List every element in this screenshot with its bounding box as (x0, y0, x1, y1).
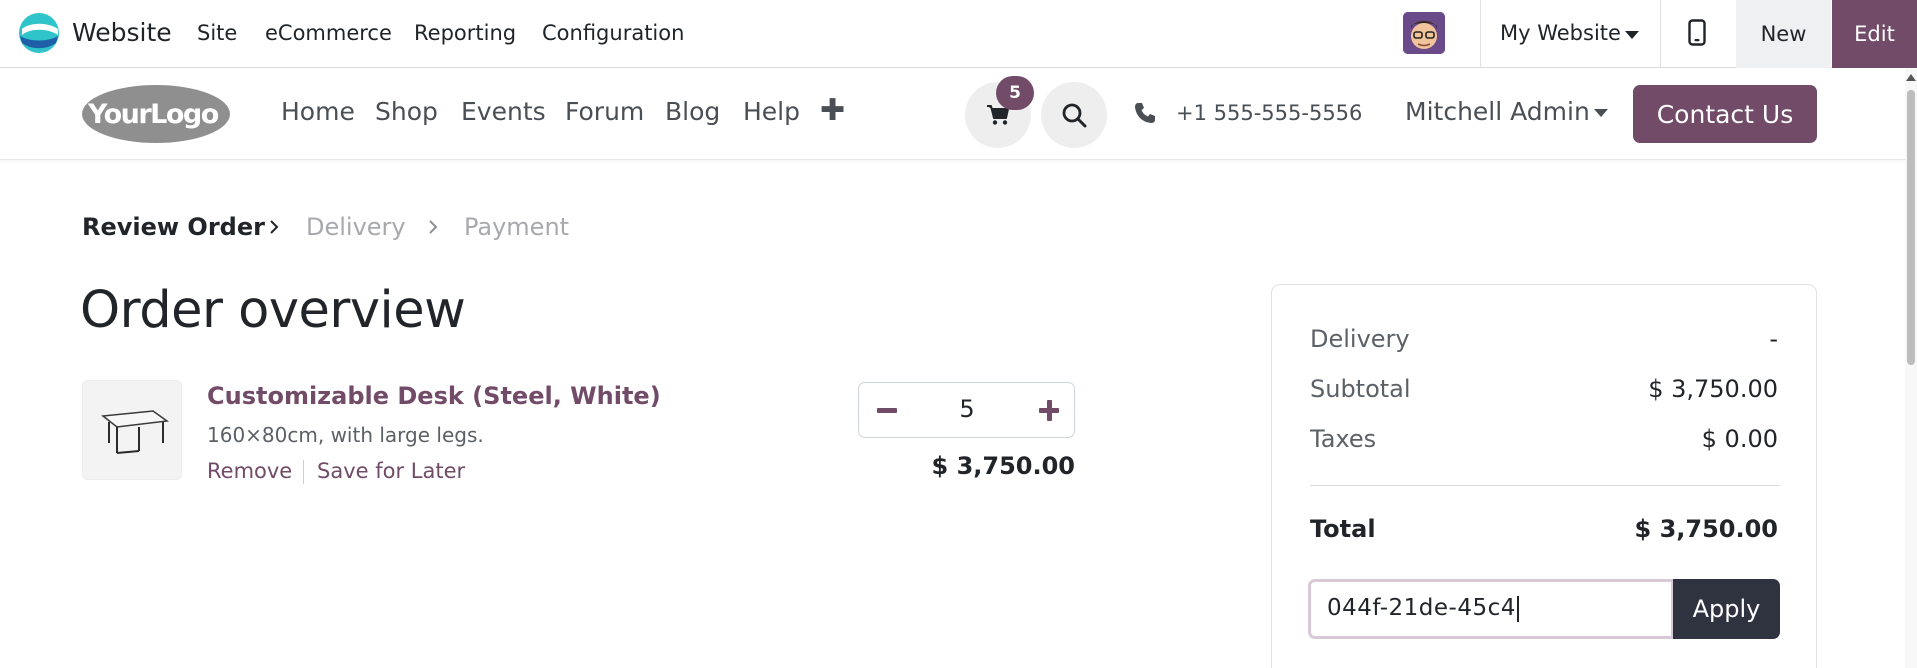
menu-reporting[interactable]: Reporting (414, 21, 516, 45)
summary-total-value: $ 3,750.00 (1634, 515, 1778, 543)
chevron-right-icon (429, 220, 438, 234)
quantity-stepper: 5 (858, 382, 1075, 438)
topbar-divider (1480, 0, 1481, 68)
summary-divider (1310, 485, 1780, 486)
menu-site[interactable]: Site (197, 21, 237, 45)
user-avatar[interactable] (1403, 12, 1445, 54)
nav-help[interactable]: Help (743, 97, 800, 126)
odoo-website-app-icon[interactable] (18, 12, 60, 54)
website-header: YourLogo Home Shop Events Forum Blog Hel… (0, 69, 1905, 160)
scrollbar-thumb[interactable] (1907, 90, 1915, 365)
mobile-preview-icon[interactable] (1688, 19, 1706, 46)
plus-icon-bar (1047, 400, 1052, 421)
product-description: 160×80cm, with large legs. (207, 423, 484, 447)
nav-forum[interactable]: Forum (565, 97, 644, 126)
edit-button[interactable]: Edit (1832, 0, 1917, 68)
menu-ecommerce[interactable]: eCommerce (265, 21, 392, 45)
summary-total-label: Total (1310, 515, 1376, 543)
summary-delivery-label: Delivery (1310, 325, 1410, 353)
nav-blog[interactable]: Blog (665, 97, 720, 126)
summary-taxes-value: $ 0.00 (1701, 425, 1778, 453)
user-menu[interactable]: Mitchell Admin (1405, 97, 1590, 126)
step-review-order: Review Order (82, 213, 265, 241)
summary-subtotal-value: $ 3,750.00 (1648, 375, 1778, 403)
link-divider (303, 460, 304, 484)
quantity-input[interactable]: 5 (939, 395, 995, 423)
page-title: Order overview (80, 281, 466, 340)
search-button[interactable] (1041, 82, 1107, 148)
avatar-face-icon (1403, 12, 1445, 54)
step-delivery[interactable]: Delivery (306, 213, 406, 241)
summary-subtotal-label: Subtotal (1310, 375, 1411, 403)
desk-image-icon (101, 410, 170, 454)
phone-number[interactable]: +1 555-555-5556 (1176, 101, 1362, 125)
search-icon (1062, 103, 1087, 128)
text-cursor (1516, 595, 1519, 622)
product-name-link[interactable]: Customizable Desk (Steel, White) (207, 382, 661, 410)
promo-code-text: 044f-21de-45c4 (1327, 595, 1516, 621)
nav-home[interactable]: Home (281, 97, 355, 126)
summary-delivery-value: - (1769, 325, 1778, 353)
remove-link[interactable]: Remove (207, 459, 292, 483)
new-button[interactable]: New (1736, 0, 1831, 68)
chevron-right-icon (270, 220, 279, 234)
topbar-divider (1660, 0, 1661, 68)
contact-us-button[interactable]: Contact Us (1633, 85, 1817, 143)
scroll-up-arrow-icon[interactable] (1906, 74, 1916, 81)
promo-code-input[interactable]: 044f-21de-45c4 (1308, 579, 1674, 639)
product-image[interactable] (82, 380, 182, 480)
nav-shop[interactable]: Shop (375, 97, 438, 126)
add-menu-plus-icon[interactable]: ✚ (820, 93, 845, 128)
summary-taxes-label: Taxes (1310, 425, 1377, 453)
app-name[interactable]: Website (72, 18, 172, 47)
website-switcher[interactable]: My Website (1500, 21, 1621, 45)
caret-down-icon[interactable] (1625, 31, 1639, 39)
menu-configuration[interactable]: Configuration (542, 21, 684, 45)
apply-button[interactable]: Apply (1673, 579, 1780, 639)
order-summary-card: Delivery - Subtotal $ 3,750.00 Taxes $ 0… (1271, 284, 1817, 668)
minus-icon[interactable] (877, 408, 897, 413)
line-total-price: $ 3,750.00 (931, 452, 1075, 480)
site-logo[interactable]: YourLogo (80, 83, 232, 145)
phone-icon (1135, 103, 1155, 123)
step-payment[interactable]: Payment (464, 213, 569, 241)
cart-count-badge: 5 (996, 76, 1034, 110)
user-caret-down-icon[interactable] (1594, 109, 1608, 117)
odoo-top-bar: Website Site eCommerce Reporting Configu… (0, 0, 1917, 68)
svg-text:YourLogo: YourLogo (87, 99, 219, 130)
nav-events[interactable]: Events (461, 97, 546, 126)
save-for-later-link[interactable]: Save for Later (317, 459, 465, 483)
